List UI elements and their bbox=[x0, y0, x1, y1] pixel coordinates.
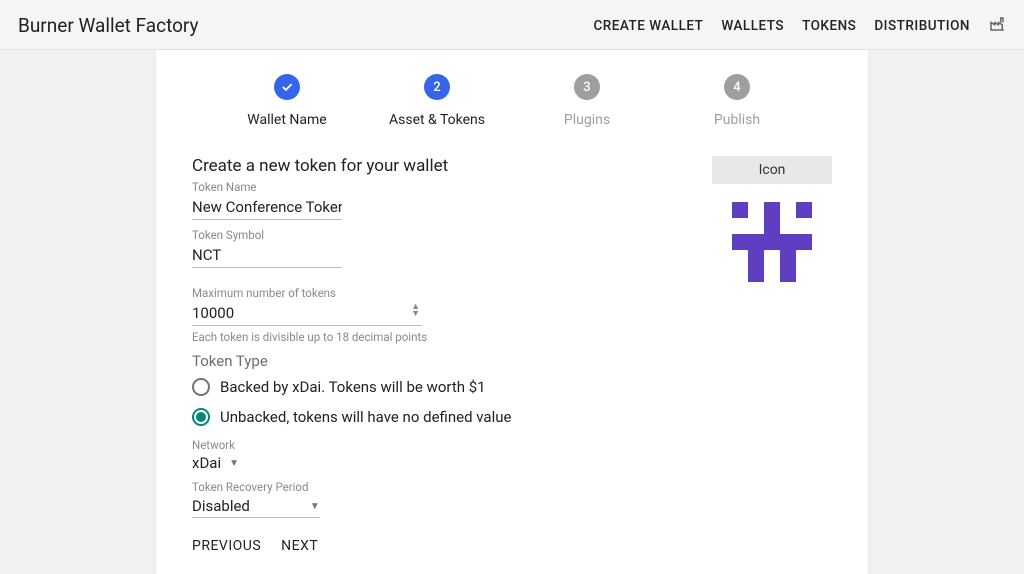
field-token-symbol: Token Symbol bbox=[192, 228, 342, 268]
radio-icon bbox=[192, 378, 210, 396]
recovery-select[interactable]: Disabled ▼ bbox=[192, 496, 320, 518]
label-recovery: Token Recovery Period bbox=[192, 480, 672, 494]
wizard-buttons: PREVIOUS NEXT bbox=[192, 526, 672, 554]
icon-preview-label: Icon bbox=[712, 156, 832, 184]
network-select[interactable]: xDai ▼ bbox=[192, 454, 672, 472]
step-plugins[interactable]: 3 Plugins bbox=[512, 74, 662, 128]
step-label: Plugins bbox=[564, 112, 610, 128]
field-max-tokens: Maximum number of tokens ▲▼ Each token i… bbox=[192, 286, 672, 344]
brand-title: Burner Wallet Factory bbox=[18, 14, 199, 37]
nav-bar: CREATE WALLET WALLETS TOKENS DISTRIBUTIO… bbox=[593, 15, 1006, 37]
dropdown-icon: ▼ bbox=[229, 458, 239, 469]
icon-preview-panel: Icon bbox=[712, 156, 832, 554]
token-type-heading: Token Type bbox=[192, 352, 672, 370]
radio-backed-label: Backed by xDai. Tokens will be worth $1 bbox=[220, 378, 486, 396]
step-done-icon bbox=[274, 74, 300, 100]
nav-tokens[interactable]: TOKENS bbox=[802, 18, 856, 34]
app-header: Burner Wallet Factory CREATE WALLET WALL… bbox=[0, 0, 1024, 50]
max-tokens-helper: Each token is divisible up to 18 decimal… bbox=[192, 330, 672, 344]
step-publish[interactable]: 4 Publish bbox=[662, 74, 812, 128]
previous-button[interactable]: PREVIOUS bbox=[192, 538, 261, 554]
step-wallet-name[interactable]: Wallet Name bbox=[212, 74, 362, 128]
field-token-name: Token Name bbox=[192, 180, 342, 220]
step-active-icon: 2 bbox=[424, 74, 450, 100]
max-tokens-input[interactable] bbox=[192, 302, 422, 326]
number-stepper-icon[interactable]: ▲▼ bbox=[411, 304, 420, 318]
radio-unbacked-label: Unbacked, tokens will have no defined va… bbox=[220, 408, 511, 426]
step-label: Asset & Tokens bbox=[389, 112, 485, 128]
factory-icon[interactable] bbox=[988, 15, 1006, 37]
token-form: Create a new token for your wallet Token… bbox=[192, 156, 672, 554]
label-network: Network bbox=[192, 438, 672, 452]
step-asset-tokens[interactable]: 2 Asset & Tokens bbox=[362, 74, 512, 128]
dropdown-icon: ▼ bbox=[310, 501, 320, 512]
step-label: Wallet Name bbox=[247, 112, 326, 128]
label-token-symbol: Token Symbol bbox=[192, 228, 342, 242]
step-todo-icon: 4 bbox=[724, 74, 750, 100]
field-recovery: Token Recovery Period Disabled ▼ bbox=[192, 480, 672, 518]
label-max-tokens: Maximum number of tokens bbox=[192, 286, 672, 300]
network-value: xDai bbox=[192, 454, 221, 472]
label-token-name: Token Name bbox=[192, 180, 342, 194]
token-name-input[interactable] bbox=[192, 196, 342, 220]
next-button[interactable]: NEXT bbox=[281, 538, 318, 554]
nav-distribution[interactable]: DISTRIBUTION bbox=[874, 18, 970, 34]
radio-unbacked[interactable]: Unbacked, tokens will have no defined va… bbox=[192, 408, 672, 426]
step-todo-icon: 3 bbox=[574, 74, 600, 100]
recovery-value: Disabled bbox=[192, 497, 250, 515]
radio-backed[interactable]: Backed by xDai. Tokens will be worth $1 bbox=[192, 378, 672, 396]
radio-icon-selected bbox=[192, 408, 210, 426]
stepper: Wallet Name 2 Asset & Tokens 3 Plugins 4… bbox=[192, 68, 832, 156]
form-title: Create a new token for your wallet bbox=[192, 156, 672, 176]
wizard-card: Wallet Name 2 Asset & Tokens 3 Plugins 4… bbox=[156, 50, 868, 574]
token-symbol-input[interactable] bbox=[192, 244, 342, 268]
nav-wallets[interactable]: WALLETS bbox=[721, 18, 784, 34]
step-label: Publish bbox=[714, 112, 760, 128]
token-blockie-icon[interactable] bbox=[712, 202, 832, 286]
field-network: Network xDai ▼ bbox=[192, 438, 672, 472]
nav-create-wallet[interactable]: CREATE WALLET bbox=[593, 18, 703, 34]
